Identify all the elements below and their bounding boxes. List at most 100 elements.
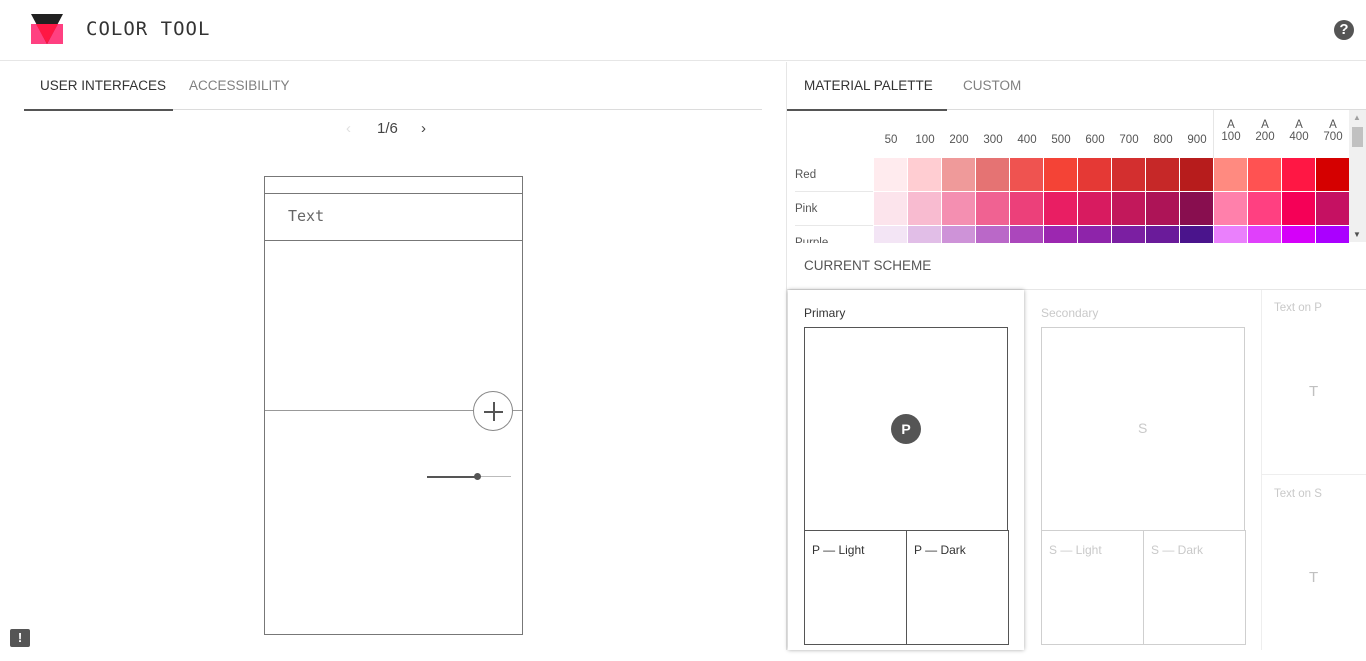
palette-swatch[interactable] — [1316, 192, 1350, 226]
palette-swatch[interactable] — [1248, 158, 1282, 192]
palette-swatch[interactable] — [1078, 158, 1112, 192]
primary-badge: P — [891, 414, 921, 444]
secondary-badge: S — [1138, 420, 1148, 436]
palette-panel: MATERIAL PALETTE CUSTOM 50 100 200 300 400 50… — [786, 62, 1366, 650]
secondary-light-label: S — Light — [1049, 543, 1102, 557]
pager-prev-button[interactable]: ‹ — [346, 120, 351, 137]
palette-column-header: 300 — [976, 134, 1010, 146]
primary-color-card[interactable]: Primary P P — Light P — Dark — [788, 290, 1024, 650]
secondary-light-swatch[interactable]: S — Light — [1041, 530, 1144, 645]
slider-thumb — [474, 473, 482, 480]
palette-swatch[interactable] — [1044, 226, 1078, 243]
palette-swatch[interactable] — [908, 226, 942, 243]
palette-swatch[interactable] — [874, 192, 908, 226]
palette-column-shade: 900 — [1187, 134, 1207, 146]
pager-next-button[interactable]: › — [421, 120, 426, 137]
palette-swatch[interactable] — [1010, 158, 1044, 192]
secondary-swatch[interactable]: S — [1041, 327, 1245, 531]
mockup-app-bar — [265, 177, 522, 194]
palette-column-shade: 200 — [949, 134, 969, 146]
palette-swatch[interactable] — [1316, 158, 1350, 192]
palette-column-shade: 700 — [1323, 131, 1343, 143]
palette-column-header: 400 — [1010, 134, 1044, 146]
palette-swatch[interactable] — [976, 192, 1010, 226]
palette-swatch[interactable] — [1282, 192, 1316, 226]
palette-swatch[interactable] — [1112, 226, 1146, 243]
pager-label: 1/6 — [377, 120, 398, 137]
tab-material-palette[interactable]: MATERIAL PALETTE — [804, 78, 933, 93]
secondary-dark-swatch[interactable]: S — Dark — [1143, 530, 1246, 645]
palette-swatch[interactable] — [1180, 226, 1214, 243]
palette-swatch[interactable] — [1010, 226, 1044, 243]
palette-swatch[interactable] — [1180, 158, 1214, 192]
palette-column-shade: 700 — [1119, 134, 1139, 146]
scroll-down-arrow-icon[interactable]: ▼ — [1353, 230, 1361, 239]
feedback-icon[interactable]: ! — [10, 629, 30, 647]
palette-column-header: A 100 — [1214, 119, 1248, 143]
palette-swatch[interactable] — [942, 226, 976, 243]
text-on-secondary-glyph: T — [1309, 569, 1319, 586]
palette-swatch[interactable] — [1282, 158, 1316, 192]
palette-swatch[interactable] — [1146, 192, 1180, 226]
palette-column-header: 200 — [942, 134, 976, 146]
scrollbar-thumb[interactable] — [1352, 127, 1363, 147]
scroll-up-arrow-icon[interactable]: ▲ — [1353, 113, 1361, 122]
palette-swatch[interactable] — [1112, 192, 1146, 226]
palette-column-header: 600 — [1078, 134, 1112, 146]
palette-column-shade: 400 — [1017, 134, 1037, 146]
palette-swatch[interactable] — [908, 158, 942, 192]
ui-mockup-preview: Text — [264, 176, 523, 635]
help-icon[interactable]: ? — [1334, 20, 1354, 40]
palette-swatch[interactable] — [942, 158, 976, 192]
primary-dark-swatch[interactable]: P — Dark — [906, 530, 1009, 645]
tab-user-interfaces[interactable]: USER INTERFACES — [40, 78, 166, 93]
palette-swatch[interactable] — [976, 158, 1010, 192]
palette-swatch[interactable] — [942, 192, 976, 226]
palette-swatch[interactable] — [1316, 226, 1350, 243]
palette-swatch[interactable] — [1248, 226, 1282, 243]
primary-label: Primary — [804, 306, 846, 320]
app-header: COLOR TOOL ? — [0, 0, 1366, 61]
palette-column-header: A 400 — [1282, 119, 1316, 143]
palette-swatch[interactable] — [1010, 192, 1044, 226]
palette-column-header: 100 — [908, 134, 942, 146]
palette-swatch[interactable] — [1146, 158, 1180, 192]
secondary-color-card[interactable]: Secondary S S — Light S — Dark — [1025, 290, 1261, 650]
text-on-primary-glyph: T — [1309, 383, 1319, 400]
text-on-secondary-cell[interactable]: Text on S T — [1262, 476, 1366, 661]
palette-swatch[interactable] — [1248, 192, 1282, 226]
color-tool-logo — [31, 14, 63, 44]
palette-swatch[interactable] — [874, 226, 908, 243]
palette-swatch[interactable] — [1214, 192, 1248, 226]
palette-swatch[interactable] — [1078, 192, 1112, 226]
text-on-primary-cell[interactable]: Text on P T — [1262, 290, 1366, 475]
palette-swatch[interactable] — [1044, 192, 1078, 226]
palette-column-header: 900 — [1180, 134, 1214, 146]
palette-row-label: Purple — [795, 226, 873, 243]
secondary-dark-label: S — Dark — [1151, 543, 1204, 557]
palette-swatch[interactable] — [1044, 158, 1078, 192]
palette-swatch[interactable] — [874, 158, 908, 192]
left-tab-bar: USER INTERFACES ACCESSIBILITY — [24, 62, 762, 111]
palette-swatch[interactable] — [1146, 226, 1180, 243]
palette-swatch[interactable] — [1214, 158, 1248, 192]
tab-custom[interactable]: CUSTOM — [963, 78, 1021, 93]
palette-swatch[interactable] — [976, 226, 1010, 243]
palette-swatch[interactable] — [908, 192, 942, 226]
tab-accessibility[interactable]: ACCESSIBILITY — [189, 78, 290, 93]
palette-column-shade: 500 — [1051, 134, 1071, 146]
palette-column-header: 500 — [1044, 134, 1078, 146]
palette-swatch[interactable] — [1282, 226, 1316, 243]
palette-scrollbar[interactable]: ▲ ▼ — [1349, 110, 1366, 242]
palette-swatch[interactable] — [1180, 192, 1214, 226]
palette-swatch[interactable] — [1112, 158, 1146, 192]
slider-fill — [427, 476, 478, 478]
primary-light-swatch[interactable]: P — Light — [804, 530, 907, 645]
palette-column-prefix: A — [1329, 119, 1337, 131]
material-palette-grid: 50 100 200 300 400 500 600 700 800 900 A 100 A 200 A 40… — [787, 110, 1365, 243]
palette-swatch[interactable] — [1214, 226, 1248, 243]
current-scheme-header: CURRENT SCHEME — [787, 243, 1366, 290]
palette-swatch[interactable] — [1078, 226, 1112, 243]
palette-column-header: A 200 — [1248, 119, 1282, 143]
primary-swatch[interactable]: P — [804, 327, 1008, 531]
